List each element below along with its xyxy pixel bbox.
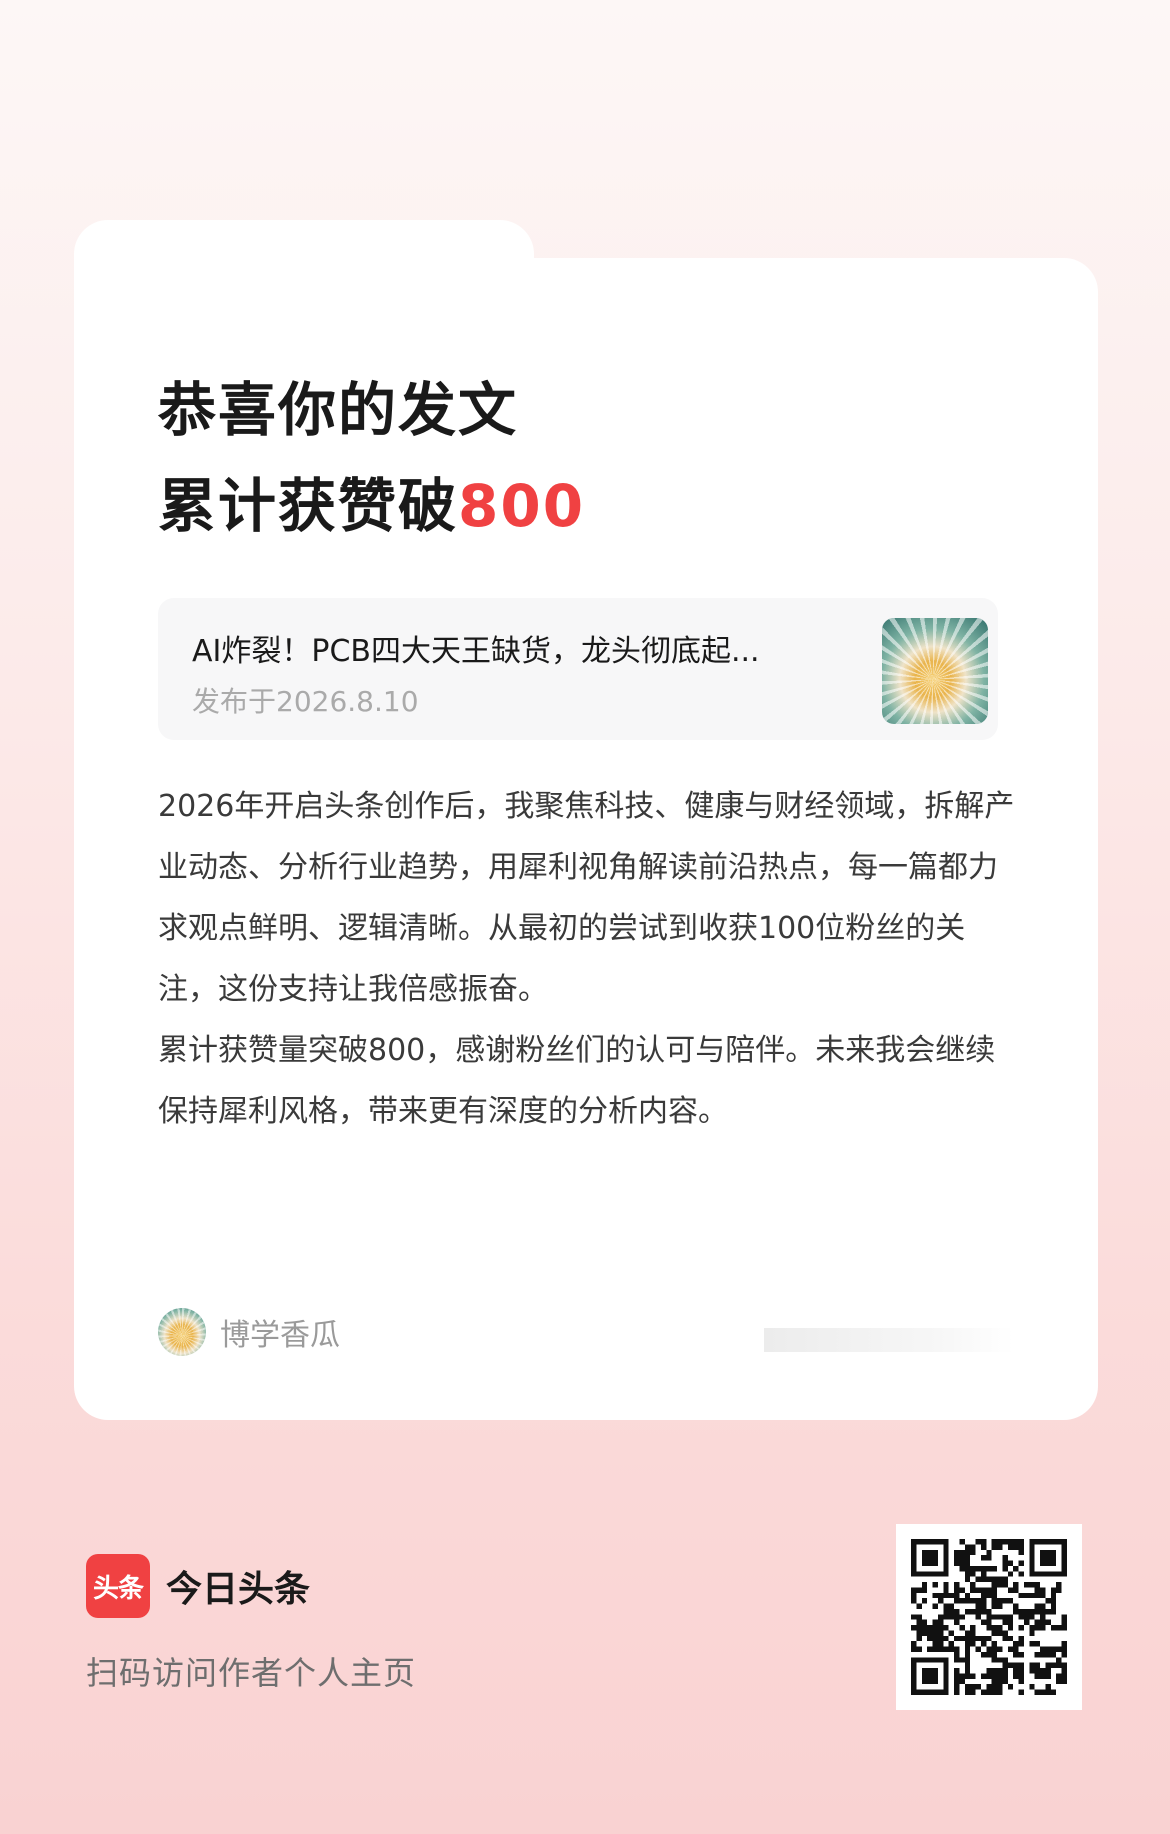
title-line-1: 恭喜你的发文 (158, 376, 519, 444)
card-body: 恭喜你的发文 累计获赞破800 AI炸裂！PCB四大天王缺货，龙头彻底起... … (74, 258, 1098, 1420)
congrats-title: 恭喜你的发文 累计获赞破800 (158, 362, 585, 554)
author-info[interactable]: 博学香瓜 (158, 1306, 340, 1358)
scan-hint: 扫码访问作者个人主页 (86, 1654, 417, 1692)
author-name: 博学香瓜 (220, 1318, 340, 1353)
achievement-card: 恭喜你的发文 累计获赞破800 AI炸裂！PCB四大天王缺货，龙头彻底起... … (74, 220, 1098, 1420)
description-paragraph-2: 累计获赞量突破800，感谢粉丝们的认可与陪伴。未来我会继续保持犀利风格，带来更有… (158, 1033, 996, 1129)
article-thumbnail (882, 618, 988, 724)
faded-bar (764, 1328, 1014, 1352)
title-line-2-prefix: 累计获赞破 (158, 472, 459, 540)
likes-count: 800 (458, 472, 586, 540)
article-preview[interactable]: AI炸裂！PCB四大天王缺货，龙头彻底起... 发布于2026.8.10 (158, 598, 998, 740)
article-date: 发布于2026.8.10 (192, 685, 419, 718)
brand-name: 今日头条 (166, 1569, 311, 1610)
achievement-description: 2026年开启头条创作后，我聚焦科技、健康与财经领域，拆解产业动态、分析行业趋势… (158, 776, 1018, 1142)
author-avatar (158, 1308, 206, 1356)
toutiao-logo-icon: 头条 (86, 1554, 150, 1618)
brand: 头条 今日头条 (86, 1554, 310, 1618)
title-line-2: 累计获赞破800 (158, 458, 585, 554)
description-paragraph-1: 2026年开启头条创作后，我聚焦科技、健康与财经领域，拆解产业动态、分析行业趋势… (158, 789, 1015, 1007)
article-title: AI炸裂！PCB四大天王缺货，龙头彻底起... (192, 634, 760, 669)
qr-code-icon[interactable] (896, 1524, 1082, 1710)
